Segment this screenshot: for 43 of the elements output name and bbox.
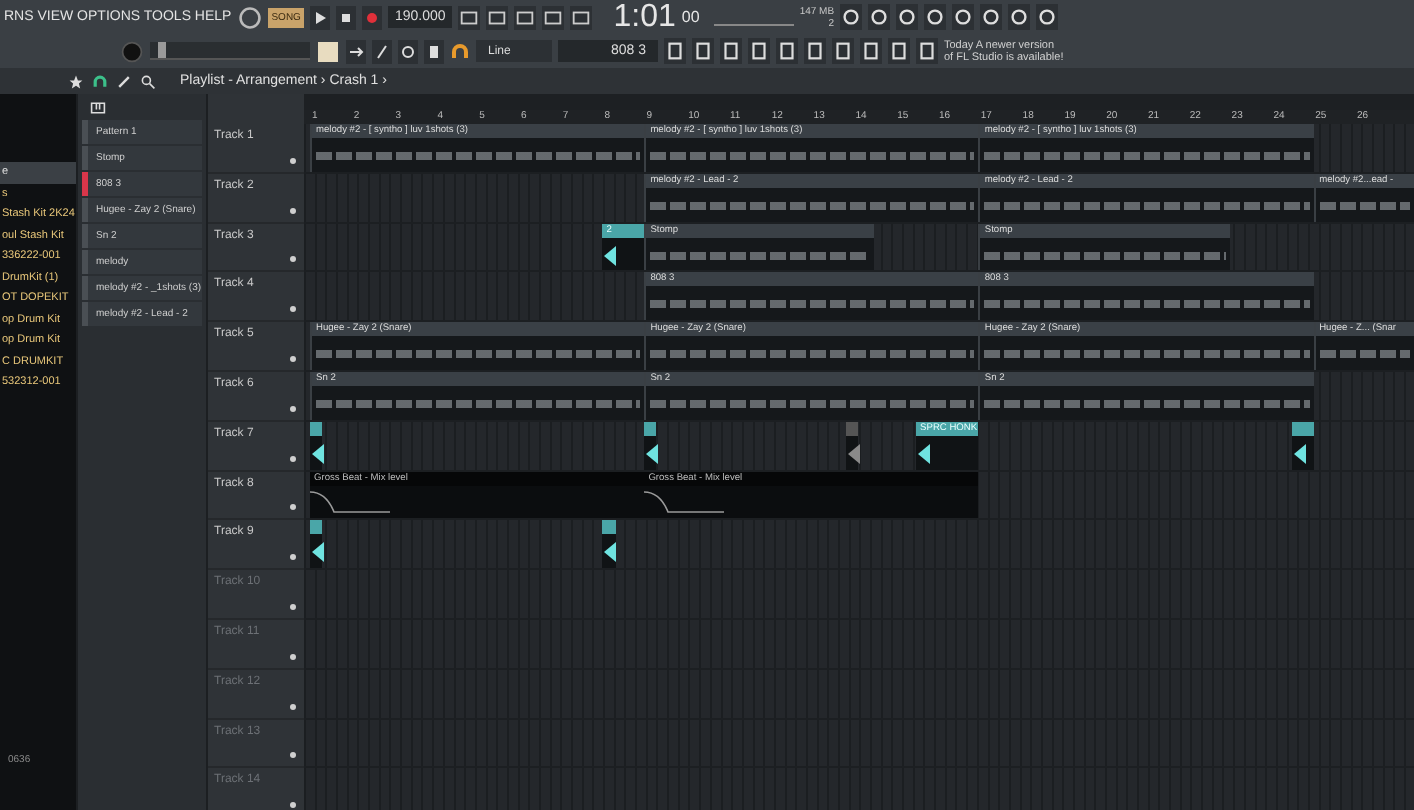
waveform-icon	[918, 441, 931, 466]
time-display: 1:01	[613, 0, 676, 35]
stop-icon[interactable]	[336, 5, 357, 29]
play-icon[interactable]	[310, 5, 331, 29]
audio-clip[interactable]	[1292, 421, 1314, 470]
dot-icon[interactable]	[290, 207, 296, 214]
waveform-icon	[1294, 441, 1307, 466]
automation-curve-icon	[644, 489, 725, 514]
dot-icon[interactable]	[290, 157, 296, 164]
audio-clip[interactable]	[310, 520, 323, 569]
dot-icon[interactable]	[290, 306, 296, 313]
knob-icon[interactable]	[120, 39, 144, 63]
waveform-icon	[312, 540, 324, 565]
magnet-icon[interactable]	[450, 41, 470, 61]
star-icon[interactable]	[68, 73, 84, 89]
waveform-icon	[847, 441, 860, 466]
dot-icon[interactable]	[290, 455, 296, 462]
automation-curve-icon	[310, 489, 390, 514]
dot-icon[interactable]	[290, 405, 296, 412]
dot-icon[interactable]	[290, 504, 296, 511]
dot-icon[interactable]	[290, 653, 296, 660]
time-ticks: 00	[681, 8, 700, 26]
dot-icon[interactable]	[290, 355, 296, 362]
audio-clip[interactable]	[845, 421, 858, 470]
dot-icon[interactable]	[290, 703, 296, 710]
dot-icon[interactable]	[290, 752, 296, 759]
dot-icon[interactable]	[290, 256, 296, 263]
dot-icon[interactable]	[290, 554, 296, 561]
audio-clip[interactable]	[644, 421, 657, 470]
audio-clip[interactable]	[310, 421, 323, 470]
dot-icon[interactable]	[290, 802, 296, 809]
waveform-icon	[312, 441, 324, 466]
waveform-icon	[604, 540, 617, 565]
magnet-icon[interactable]	[92, 73, 108, 89]
waveform-icon	[604, 243, 617, 268]
audio-clip[interactable]	[602, 520, 616, 569]
pencil-icon[interactable]	[116, 73, 132, 89]
dot-icon[interactable]	[290, 603, 296, 610]
knob-icon[interactable]	[237, 5, 262, 29]
waveform-icon	[646, 441, 659, 466]
piano-icon[interactable]	[90, 99, 106, 115]
master-pitch-slider[interactable]	[150, 42, 310, 60]
zoom-icon[interactable]	[140, 73, 156, 89]
